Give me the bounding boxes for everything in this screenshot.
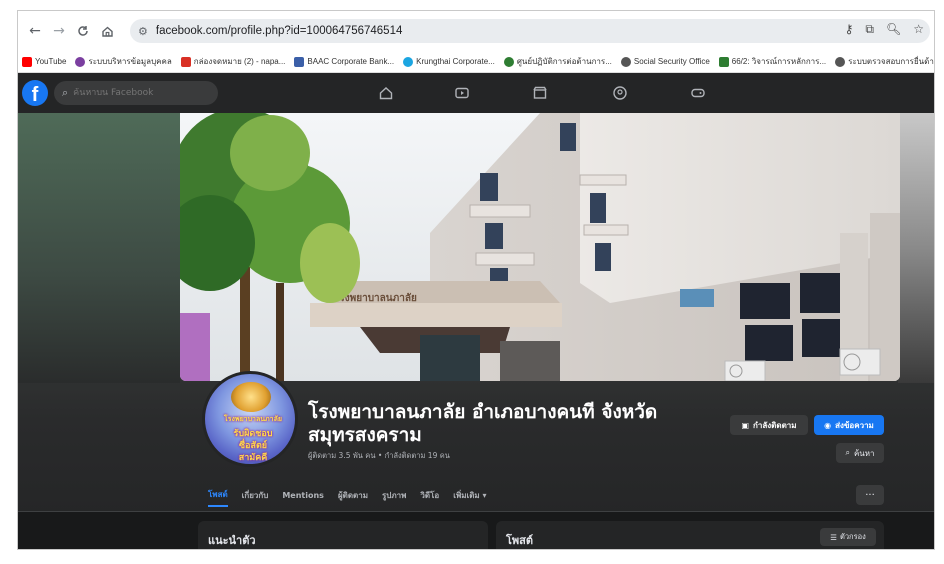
filter-icon: ☰ <box>830 532 837 542</box>
avatar-text-1: โรงพยาบาลนภาลัย <box>224 415 282 423</box>
filter-button[interactable]: ☰ ตัวกรอง <box>820 528 876 546</box>
bookmark-item[interactable]: Social Security Office <box>620 56 710 67</box>
tab-mentions[interactable]: Mentions <box>282 487 324 504</box>
cover-photo[interactable]: โรงพยาบาลนภาลัย <box>180 113 900 381</box>
bookmark-item[interactable]: YouTube <box>22 56 66 67</box>
posts-panel: โพสต์ ☰ ตัวกรอง <box>496 521 884 549</box>
reload-icon[interactable] <box>72 20 94 42</box>
globe-icon <box>835 56 846 67</box>
cast-icon[interactable]: ⧉ <box>865 22 874 37</box>
intro-panel: แนะนำตัว <box>198 521 488 549</box>
following-button[interactable]: ▣ กำลังติดตาม <box>730 415 808 435</box>
tab-videos[interactable]: วิดีโอ <box>420 485 439 506</box>
bookmarks-bar: YouTube ระบบบริหารข้อมูลบุคคล กล่องจดหมา… <box>18 51 934 73</box>
page-title: โรงพยาบาลนภาลัย อำเภอบางคนที จังหวัดสมุท… <box>308 401 658 446</box>
search-icon: ⌕ <box>845 448 850 457</box>
bookmark-item[interactable]: ระบบบริหารข้อมูลบุคคล <box>75 55 172 68</box>
tab-about[interactable]: เกี่ยวกับ <box>242 485 269 506</box>
krungthai-icon <box>403 56 414 67</box>
more-options-button[interactable]: ··· <box>856 485 884 505</box>
browser-window: ← → ⚙ facebook.com/profile.php?id=100064… <box>17 10 935 550</box>
video-icon[interactable] <box>452 83 472 103</box>
search-icon: ⌕ <box>62 86 69 99</box>
address-bar-actions: ⚷ ⧉ 🔍︎ ☆ <box>845 22 924 37</box>
followers-count[interactable]: ผู้ติดตาม 3.5 พัน คน • กำลังติดตาม 19 คน <box>308 450 450 462</box>
feather-icon <box>75 56 86 67</box>
following-icon: ▣ <box>741 420 750 430</box>
tab-photos[interactable]: รูปภาพ <box>382 485 406 506</box>
back-icon[interactable]: ← <box>24 20 46 42</box>
profile-tabs: โพสต์ เกี่ยวกับ Mentions ผู้ติดตาม รูปภา… <box>208 483 487 507</box>
marketplace-icon[interactable] <box>530 83 550 103</box>
facebook-logo-icon[interactable]: f <box>22 80 48 106</box>
address-bar[interactable]: ⚙ facebook.com/profile.php?id=1000647567… <box>130 19 930 43</box>
bookmark-item[interactable]: 66/2: วิจารณ์การหลักการ... <box>718 55 826 68</box>
search-input[interactable] <box>73 88 204 98</box>
tab-more[interactable]: เพิ่มเติม ▾ <box>453 485 486 506</box>
home-icon[interactable] <box>96 20 118 42</box>
site-info-icon[interactable]: ⚙ <box>138 25 148 38</box>
profile-avatar[interactable]: โรงพยาบาลนภาลัย รับผิดชอบ ซื่อสัตย์ สามั… <box>202 371 298 467</box>
home-icon[interactable] <box>376 83 396 103</box>
bookmark-star-icon[interactable]: ☆ <box>913 22 924 37</box>
cover-blur-left <box>18 113 180 383</box>
youtube-icon <box>22 56 32 67</box>
gaming-icon[interactable] <box>688 83 708 103</box>
profile-search-button[interactable]: ⌕ ค้นหา <box>836 443 884 463</box>
bookmark-item[interactable]: Krungthai Corporate... <box>403 56 495 67</box>
groups-icon[interactable] <box>610 83 630 103</box>
cover-blur-right <box>898 113 934 383</box>
browser-toolbar: ← → ⚙ facebook.com/profile.php?id=100064… <box>18 11 934 51</box>
password-key-icon[interactable]: ⚷ <box>845 22 854 37</box>
cover-photo-illustration: โรงพยาบาลนภาลัย <box>180 113 900 381</box>
zoom-icon[interactable]: 🔍︎ <box>886 22 901 37</box>
posts-title: โพสต์ <box>506 534 534 547</box>
avatar-emblem <box>231 382 271 412</box>
bookmark-item[interactable]: ศูนย์ปฏิบัติการต่อต้านการ... <box>503 55 612 68</box>
bank-icon <box>294 56 305 67</box>
forward-icon[interactable]: → <box>48 20 70 42</box>
bookmark-item[interactable]: BAAC Corporate Bank... <box>294 56 394 67</box>
bookmark-item[interactable]: กล่องจดหมาย (2) - napa... <box>180 55 285 68</box>
facebook-topbar: f ⌕ <box>18 73 934 113</box>
sheet-icon <box>718 56 729 67</box>
profile-page: โรงพยาบาลนภาลัย โรงพยาบาลนภาลัย รับผิดชอ… <box>18 113 934 549</box>
url-text: facebook.com/profile.php?id=100064756746… <box>155 25 403 37</box>
tab-posts[interactable]: โพสต์ <box>208 484 228 507</box>
gmail-icon <box>180 56 191 67</box>
messenger-icon: ◉ <box>824 420 832 430</box>
tab-followers[interactable]: ผู้ติดตาม <box>338 485 368 506</box>
avatar-text-4: สามัคคี <box>238 453 268 463</box>
center-icon <box>503 56 514 67</box>
message-button[interactable]: ◉ ส่งข้อความ <box>814 415 884 435</box>
globe-icon <box>620 56 631 67</box>
bookmark-item[interactable]: ระบบตรวจสอบการยื่นด้าน... <box>835 55 934 68</box>
intro-title: แนะนำตัว <box>208 534 256 547</box>
facebook-search[interactable]: ⌕ <box>54 81 218 105</box>
